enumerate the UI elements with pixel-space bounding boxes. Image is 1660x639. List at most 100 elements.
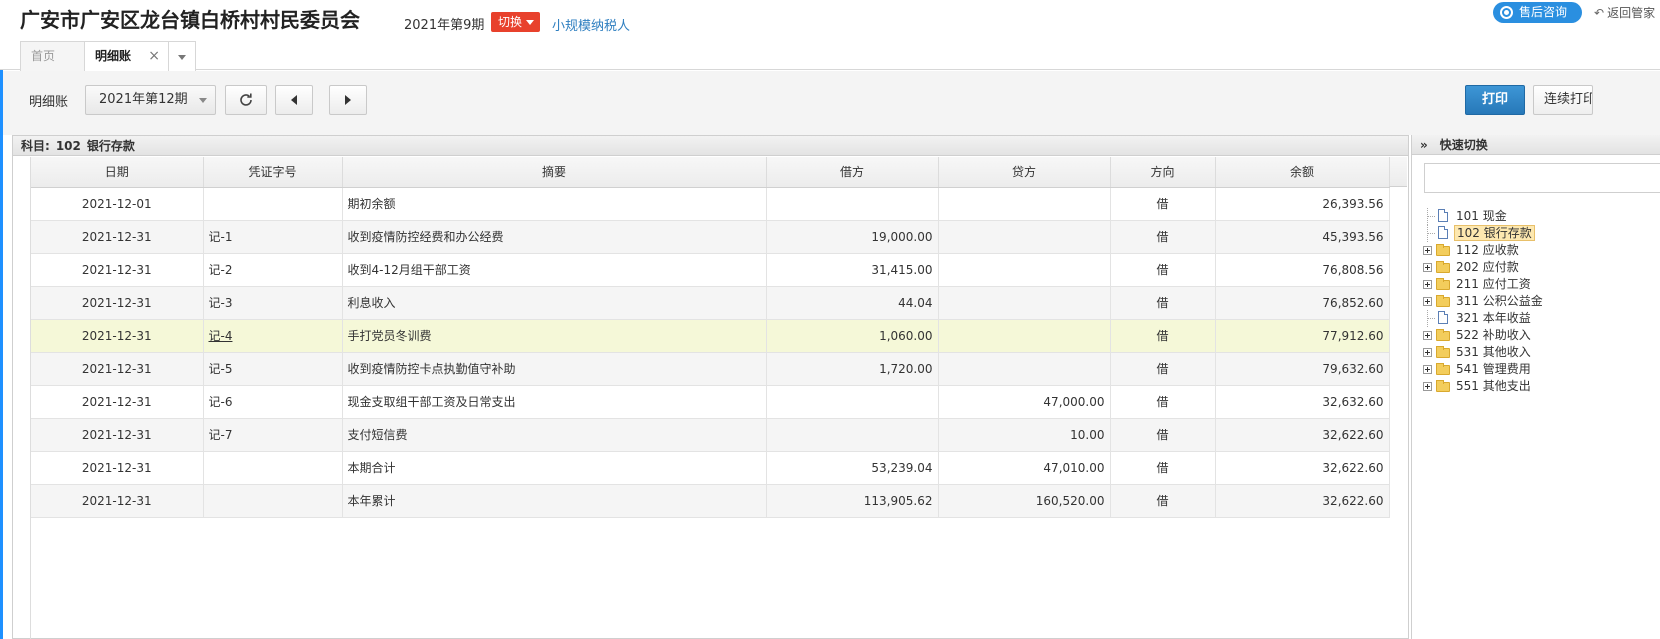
tree-item-label: 311 公积公益金 [1456,294,1543,308]
expand-icon[interactable] [1423,297,1432,306]
expand-icon[interactable] [1423,382,1432,391]
print-button[interactable]: 打印 [1465,85,1525,115]
next-button[interactable] [329,85,367,115]
tab-more-dropdown[interactable] [168,41,196,71]
period-select[interactable]: 2021年第12期 [85,85,216,115]
table-row-hovered[interactable]: 2021-12-31 记-4 手打党员冬训费 1,060.00 借 77,912… [31,319,1390,353]
expand-icon[interactable] [1423,246,1432,255]
cell-credit [938,286,1111,320]
refresh-icon [240,93,252,106]
cell-date: 2021-12-31 [31,418,204,452]
cell-voucher[interactable]: 记-2 [203,253,343,287]
cell-balance: 32,622.60 [1215,418,1390,452]
back-to-manager-button[interactable]: ↶ 返回管家 [1594,4,1655,21]
folder-icon [1436,261,1450,273]
cell-voucher [203,484,343,518]
subject-code: 102 [55,139,81,153]
table-row[interactable]: 2021-12-31 记-7 支付短信费 10.00 借 32,622.60 [31,418,1390,452]
cell-voucher[interactable]: 记-1 [203,220,343,254]
cell-voucher[interactable]: 记-3 [203,286,343,320]
cell-credit [938,319,1111,353]
ledger-panel: 科目: 102 银行存款 日期 凭证字号 摘要 借方 贷方 方向 余额 2021… [12,135,1409,639]
column-header-date[interactable]: 日期 [31,157,204,188]
cell-direction: 借 [1110,352,1216,386]
cell-balance: 32,622.60 [1215,451,1390,485]
column-header-summary[interactable]: 摘要 [342,157,767,188]
expand-icon[interactable] [1423,263,1432,272]
table-row[interactable]: 2021-12-01 期初余额 借 26,393.56 [31,187,1390,221]
table-row[interactable]: 2021-12-31 记-1 收到疫情防控经费和办公经费 19,000.00 借… [31,220,1390,254]
tree-item[interactable]: 551 其他支出 [1422,378,1545,395]
tree-item[interactable]: 321 本年收益 [1422,310,1545,327]
table-row[interactable]: 2021-12-31 记-2 收到4-12月组干部工资 31,415.00 借 … [31,253,1390,287]
previous-button[interactable] [275,85,313,115]
subject-prefix: 科目: [21,139,50,153]
after-sales-button[interactable]: 售后咨询 [1493,2,1582,23]
back-label: 返回管家 [1607,6,1656,20]
expand-icon[interactable] [1423,348,1432,357]
tree-item-label: 522 补助收入 [1456,328,1531,342]
column-header-balance[interactable]: 余额 [1215,157,1390,188]
expand-icon[interactable] [1423,280,1432,289]
expand-icon[interactable] [1423,331,1432,340]
cell-summary: 本期合计 [342,451,767,485]
cell-direction: 借 [1110,418,1216,452]
cell-voucher[interactable]: 记-7 [203,418,343,452]
tree-item[interactable]: 202 应付款 [1422,259,1545,276]
table-row-year-total[interactable]: 2021-12-31 本年累计 113,905.62 160,520.00 借 … [31,484,1390,518]
header-scroll-gutter [1389,157,1407,187]
taxpayer-type-link[interactable]: 小规模纳税人 [552,15,630,34]
table-header-row: 日期 凭证字号 摘要 借方 贷方 方向 余额 [31,157,1390,188]
voucher-link[interactable]: 记-4 [209,329,233,343]
cell-credit: 10.00 [938,418,1111,452]
cell-summary: 期初余额 [342,187,767,221]
expand-icon[interactable] [1423,365,1432,374]
tree-item[interactable]: 541 管理费用 [1422,361,1545,378]
tree-item-label: 101 现金 [1456,209,1507,223]
cell-balance: 76,808.56 [1215,253,1390,287]
folder-icon [1436,244,1450,256]
document-icon [1438,311,1448,324]
switch-period-button[interactable]: 切换 [491,12,541,32]
triangle-right-icon [345,95,351,105]
cell-voucher[interactable]: 记-5 [203,352,343,386]
cell-voucher[interactable]: 记-6 [203,385,343,419]
cell-debit [766,418,939,452]
column-header-debit[interactable]: 借方 [766,157,939,188]
tree-item-label: 541 管理费用 [1456,362,1531,376]
close-icon[interactable]: × [148,42,160,70]
refresh-button[interactable] [225,85,267,115]
cell-balance: 76,852.60 [1215,286,1390,320]
cell-debit [766,385,939,419]
column-header-voucher[interactable]: 凭证字号 [203,157,343,188]
quick-switch-header: » 快速切换 [1412,135,1660,155]
organization-title: 广安市广安区龙台镇白桥村村民委员会 [20,8,360,32]
period-select-value: 2021年第12期 [99,92,188,107]
cell-summary: 支付短信费 [342,418,767,452]
quick-switch-search-input[interactable] [1424,163,1660,193]
cell-voucher[interactable]: 记-4 [203,319,343,353]
cell-summary: 收到4-12月组干部工资 [342,253,767,287]
cell-debit: 31,415.00 [766,253,939,287]
tree-item[interactable]: 101 现金 [1422,208,1545,225]
tree-item[interactable]: 211 应付工资 [1422,276,1545,293]
cell-direction: 借 [1110,451,1216,485]
table-row-period-total[interactable]: 2021-12-31 本期合计 53,239.04 47,010.00 借 32… [31,451,1390,485]
column-header-credit[interactable]: 贷方 [938,157,1111,188]
column-header-direction[interactable]: 方向 [1110,157,1216,188]
cell-direction: 借 [1110,220,1216,254]
undo-icon: ↶ [1594,6,1605,20]
tree-item[interactable]: 112 应收款 [1422,242,1545,259]
tab-home[interactable]: 首页 [20,41,85,71]
tree-item[interactable]: 522 补助收入 [1422,327,1545,344]
double-chevron-right-icon[interactable]: » [1420,138,1428,152]
table-row[interactable]: 2021-12-31 记-6 现金支取组干部工资及日常支出 47,000.00 … [31,385,1390,419]
tree-item[interactable]: 311 公积公益金 [1422,293,1545,310]
continuous-print-button[interactable]: 连续打印 [1533,85,1593,115]
table-row[interactable]: 2021-12-31 记-5 收到疫情防控卡点执勤值守补助 1,720.00 借… [31,352,1390,386]
app-header: 广安市广安区龙台镇白桥村村民委员会 2021年第9期 切换 小规模纳税人 售后咨… [0,0,1660,72]
tree-item[interactable]: 102 银行存款 [1422,225,1545,242]
table-row[interactable]: 2021-12-31 记-3 利息收入 44.04 借 76,852.60 [31,286,1390,320]
tree-item[interactable]: 531 其他收入 [1422,344,1545,361]
tab-ledger[interactable]: 明细账 × [84,41,169,72]
